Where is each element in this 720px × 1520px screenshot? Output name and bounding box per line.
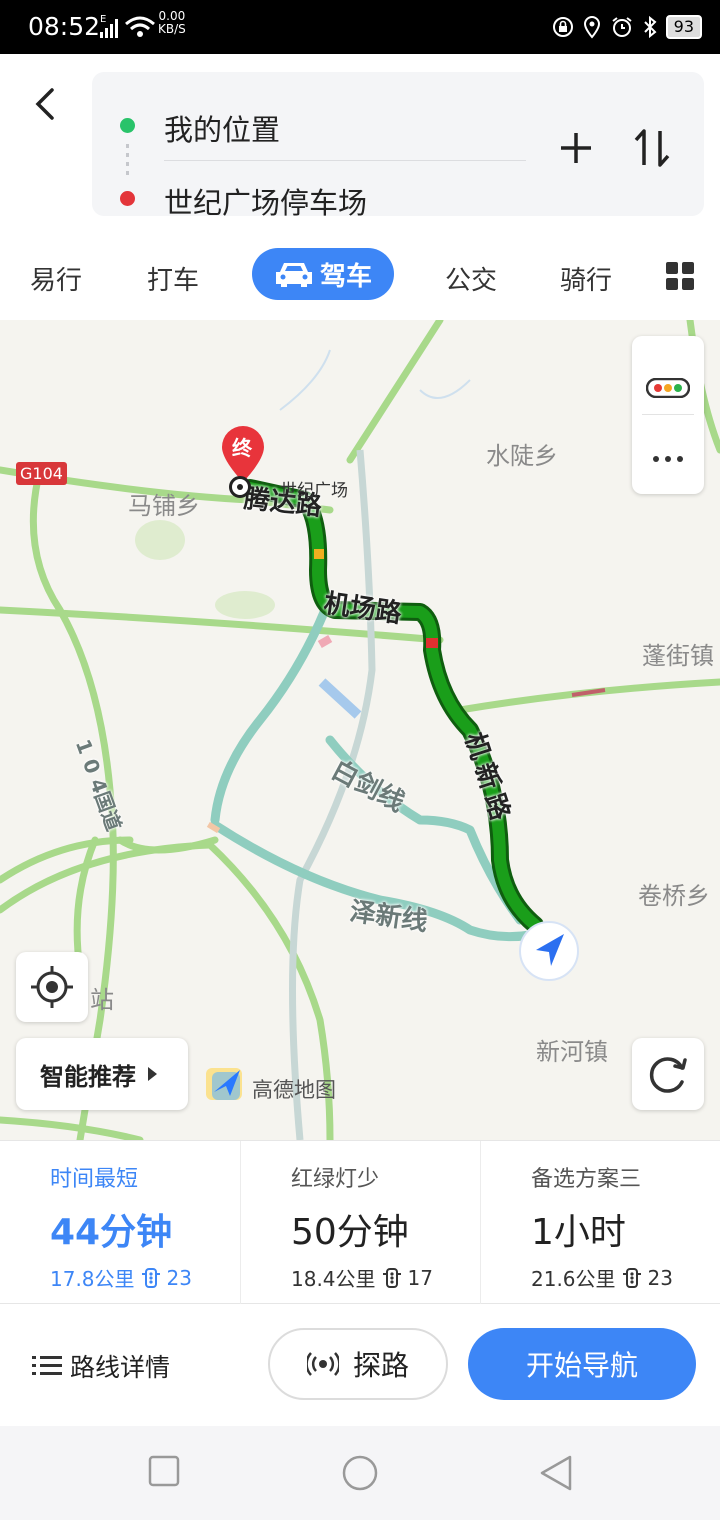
highway-shield: G104 [16,462,67,485]
traffic-light-icon [382,1267,401,1288]
end-dot [120,191,135,206]
plan-meta: 17.8公里 23 [50,1263,192,1292]
tab-bus[interactable]: 公交 [445,260,497,297]
amap-logo-text: 高德地图 [252,1078,336,1102]
locate-button[interactable] [16,952,88,1022]
probe-label: 探路 [352,1349,409,1382]
back-nav-icon[interactable] [538,1454,574,1492]
add-waypoint-icon[interactable] [558,130,594,166]
current-location-icon [519,921,579,981]
back-icon[interactable] [30,84,60,124]
action-bar: 路线详情 探路 开始导航 [0,1304,720,1426]
map-tools-card [632,336,704,494]
refresh-button[interactable] [632,1038,704,1110]
home-icon[interactable] [340,1454,380,1492]
swap-route-icon[interactable] [632,127,672,169]
route-plans: 时间最短 44分钟 17.8公里 23 红绿灯少 50分钟 18.4公里 17 … [0,1140,720,1305]
recent-apps-icon[interactable] [148,1454,180,1488]
plan-duration: 44分钟 [50,1212,173,1253]
tab-taxi[interactable]: 打车 [147,260,199,297]
tab-drive[interactable]: 驾车 [252,248,394,300]
alarm-icon [612,17,632,37]
tab-bike[interactable]: 骑行 [560,260,612,297]
locate-icon [31,966,73,1008]
probe-button[interactable]: 探路 [268,1328,448,1400]
place-label: 水陡乡 [486,442,558,470]
smart-recommend-button[interactable]: 智能推荐 [16,1038,188,1110]
plan-card[interactable]: 红绿灯少 50分钟 18.4公里 17 [240,1141,480,1305]
route-divider [164,160,526,161]
place-label: 新河镇 [536,1038,608,1066]
bluetooth-icon [643,15,657,39]
place-label: 马铺乡 [128,492,200,520]
grid-menu-icon[interactable] [666,262,694,290]
plan-lights: 23 [166,1265,192,1290]
destination-marker-text: 终 [232,436,252,460]
route-detail-label: 路线详情 [70,1353,171,1382]
plan-distance: 18.4公里 [291,1267,376,1291]
plan-card[interactable]: 时间最短 44分钟 17.8公里 23 [0,1141,240,1305]
status-time: 08:52 [28,12,101,41]
end-location[interactable]: 世纪广场停车场 [164,180,367,222]
route-input-box: 我的位置 世纪广场停车场 [92,72,704,220]
traffic-light-icon [622,1267,641,1288]
route-header: 我的位置 世纪广场停车场 易行 打车 驾车 公交 骑行 [0,54,720,320]
plan-card[interactable]: 备选方案三 1小时 21.6公里 23 [480,1141,720,1305]
map-roads [0,320,720,1140]
plan-meta: 18.4公里 17 [291,1263,433,1292]
transport-tabs: 易行 打车 驾车 公交 骑行 [0,244,720,314]
smart-recommend-label: 智能推荐 [40,1062,136,1091]
status-icons: 93 [552,10,702,44]
status-bar: 08:52 E 0.00 KB/S 93 [0,0,720,54]
start-navigation-button[interactable]: 开始导航 [468,1328,696,1400]
plan-title: 时间最短 [50,1167,139,1192]
plan-distance: 21.6公里 [531,1267,616,1291]
lock-icon [552,17,573,37]
broadcast-icon [306,1352,339,1376]
traffic-light-icon [141,1267,160,1288]
map-view[interactable]: G104 水陡乡 马铺乡 蓬街镇 卷桥乡 新河镇 站 腾达路 机场路 机新路 白… [0,320,720,1140]
car-icon [275,263,312,287]
plan-distance: 17.8公里 [50,1267,135,1291]
poi-label[interactable]: 世纪广场 [280,476,348,501]
route-connector [126,144,129,178]
start-dot [120,118,135,133]
tab-easy-travel[interactable]: 易行 [30,260,82,297]
plan-duration: 1小时 [531,1212,626,1253]
plan-title: 红绿灯少 [291,1167,380,1192]
triangle-right-icon [148,1067,157,1081]
route-detail-button[interactable]: 路线详情 [32,1348,170,1384]
battery-level: 93 [665,15,702,39]
poi-dot [229,476,251,498]
list-icon [32,1356,62,1375]
plan-duration: 50分钟 [291,1212,409,1253]
more-icon[interactable] [650,454,686,464]
place-label: 蓬街镇 [642,642,714,670]
traffic-icon[interactable] [646,378,690,398]
location-icon [583,15,600,39]
tab-drive-label: 驾车 [319,261,372,292]
system-navigation-bar [0,1426,720,1520]
plan-lights: 17 [407,1265,433,1290]
plan-title: 备选方案三 [531,1167,642,1192]
plan-lights: 23 [647,1265,673,1290]
net-type: E [100,14,106,25]
card-divider [642,414,694,415]
plan-meta: 21.6公里 23 [531,1263,673,1292]
place-label: 站 [90,986,114,1014]
refresh-icon [649,1057,687,1093]
place-label: 卷桥乡 [638,882,710,910]
start-location[interactable]: 我的位置 [164,107,280,149]
net-speed: 0.00 KB/S [158,9,186,36]
